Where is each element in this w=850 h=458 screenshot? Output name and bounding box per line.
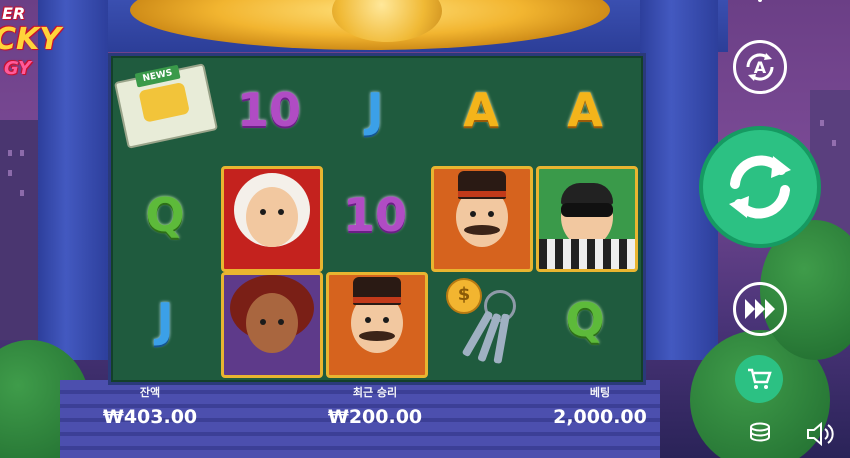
face: [246, 293, 298, 353]
eye: [470, 211, 476, 217]
last-win-display: 최근 승리 ₩200.00: [320, 384, 430, 458]
spin-icon: [729, 155, 791, 219]
eye: [260, 319, 266, 325]
symbol-letter: J: [366, 83, 384, 137]
building-window: [20, 190, 24, 196]
symbol-letter: Q: [145, 188, 185, 242]
reel-symbol-ace: A: [533, 58, 637, 162]
hat-band: [458, 191, 506, 197]
building-window: [832, 140, 836, 146]
sound-icon: [807, 422, 834, 446]
mustache: [359, 331, 395, 341]
autoplay-label: A: [753, 57, 767, 77]
reel-symbol-jack: J: [113, 268, 217, 372]
bet-display[interactable]: 베팅 2,000.00: [540, 384, 660, 458]
symbol-letter: 10: [236, 83, 301, 137]
last-win-value: ₩200.00: [327, 406, 423, 428]
mustache: [464, 225, 500, 235]
reel-symbol-keys: $: [440, 278, 520, 368]
coin-icon: $: [446, 278, 482, 314]
cart-icon: [748, 368, 772, 389]
spin-button[interactable]: [699, 126, 821, 248]
reel-symbol-queen: Q: [533, 268, 637, 372]
turbo-button[interactable]: [733, 282, 787, 336]
building-window: [8, 150, 12, 156]
balance-value: ₩403.00: [102, 406, 198, 428]
beanie: [561, 183, 613, 205]
eye: [383, 317, 389, 323]
balance-label: 잔액: [139, 386, 161, 399]
eye: [278, 319, 284, 325]
reel-symbol-ten: 10: [217, 58, 321, 162]
balance-display: 잔액 ₩403.00: [95, 384, 205, 458]
reel-symbol-mustache-man: [326, 272, 428, 378]
reel-symbol-ace: A: [429, 58, 533, 162]
face: [246, 187, 298, 247]
eye: [365, 317, 371, 323]
bet-label: 베팅: [589, 386, 611, 399]
menu-icon[interactable]: [748, 0, 772, 6]
robber-mask: [561, 203, 613, 217]
reel-symbol-ten: 10: [323, 163, 427, 267]
symbol-letter: J: [156, 293, 174, 347]
turbo-icon: [745, 299, 775, 319]
symbol-letter: Q: [565, 293, 605, 347]
building-window: [820, 120, 824, 126]
reel-symbol-jack: J: [323, 58, 427, 162]
reel-symbol-queen: Q: [113, 163, 217, 267]
reel-symbol-mustache-man: [431, 166, 533, 272]
bet-value: 2,000.00: [553, 406, 647, 428]
game-logo: ER CKY GY: [0, 0, 61, 90]
logo-text: GY: [4, 58, 32, 79]
reel-symbol-robber: [536, 166, 638, 272]
building-window: [8, 170, 12, 176]
logo-text: ER: [2, 4, 26, 23]
reel-symbol-blonde-woman: [221, 166, 323, 272]
coins-button[interactable]: [740, 414, 780, 454]
symbol-letter: A: [567, 83, 603, 137]
shop-button[interactable]: [735, 355, 783, 403]
autoplay-button[interactable]: A: [733, 40, 787, 94]
logo-text: CKY: [0, 22, 61, 57]
sound-button[interactable]: [800, 414, 840, 454]
game-scene: ER CKY GY Q J 10 J 10 A A Q NEWS $ A 잔액 …: [0, 0, 850, 458]
building-window: [20, 150, 24, 156]
hat-band: [353, 297, 401, 303]
eye: [278, 209, 284, 215]
striped-shirt: [539, 239, 635, 269]
eye: [488, 211, 494, 217]
reel-symbol-curly-hair-woman: [221, 272, 323, 378]
menu-icon-shape: [758, 0, 762, 2]
coins-icon: [750, 422, 770, 442]
symbol-letter: A: [463, 83, 499, 137]
newspaper-picture: [138, 81, 191, 123]
symbol-letter: 10: [342, 188, 407, 242]
eye: [260, 209, 266, 215]
last-win-label: 최근 승리: [352, 386, 398, 399]
